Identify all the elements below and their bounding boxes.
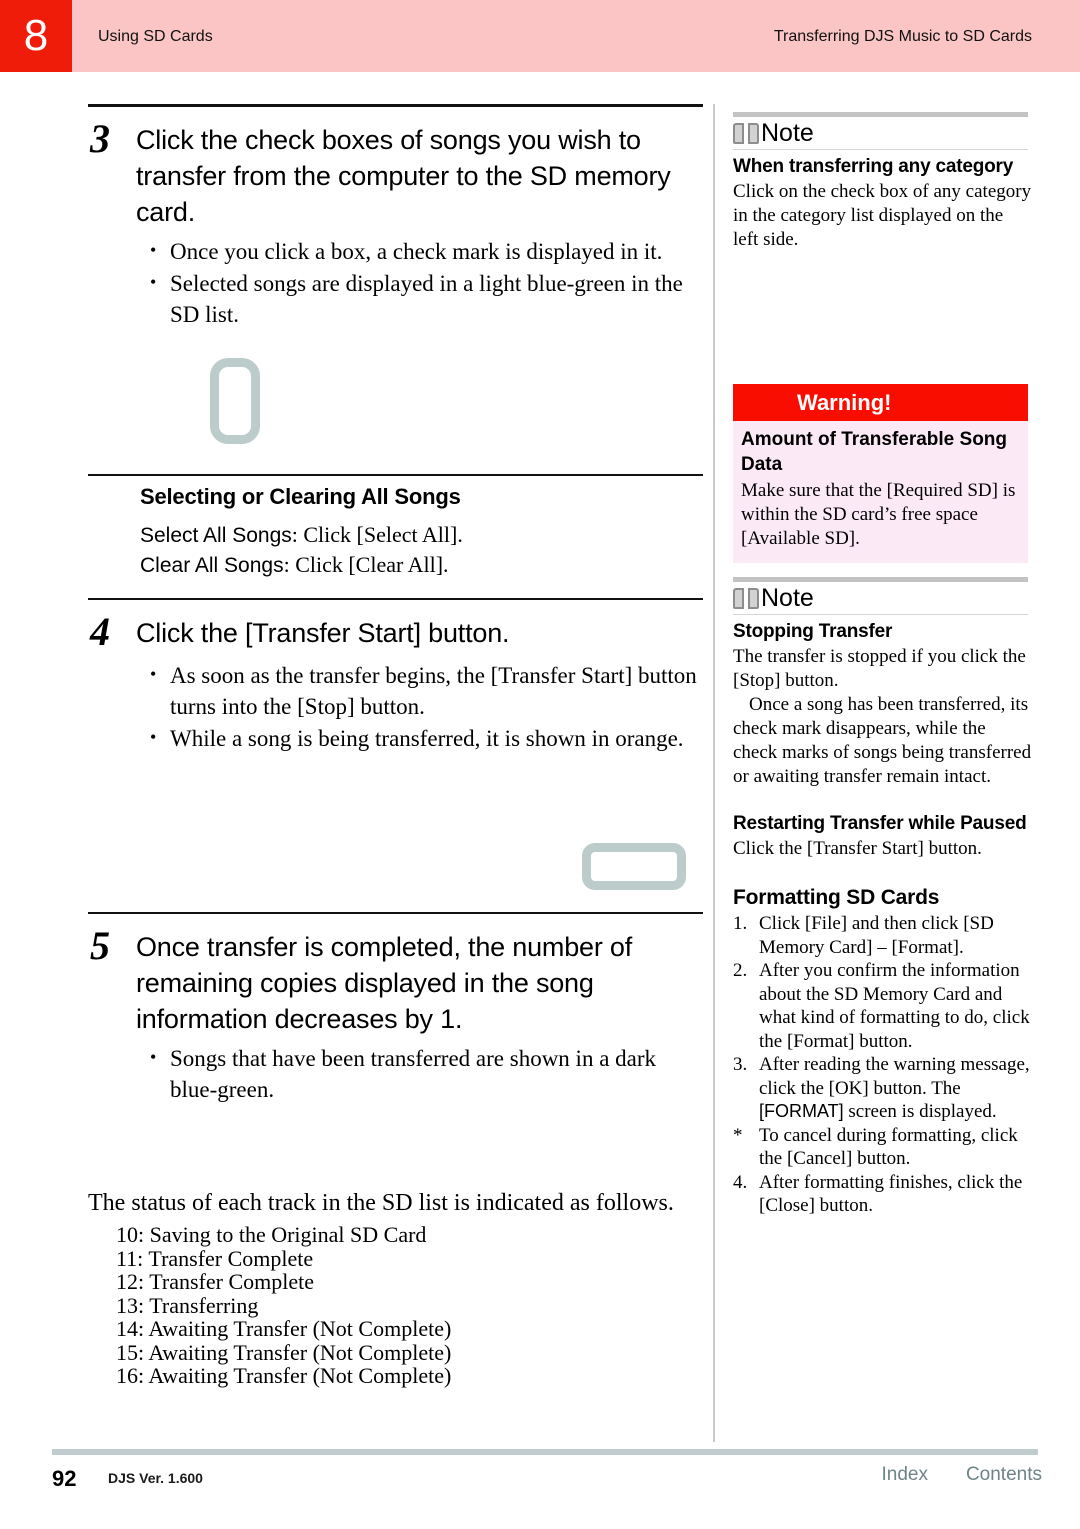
note-box-stopping-transfer: Note Stopping Transfer The transfer is s…	[733, 577, 1033, 1218]
list-text: After you confirm the information about …	[759, 960, 1030, 1052]
warning-heading: Amount of Transferable Song Data	[741, 429, 1008, 475]
version-label: DJS Ver. 1.600	[108, 1470, 203, 1486]
formatting-sd-cards-heading: Formatting SD Cards	[733, 886, 940, 909]
note-separator	[733, 149, 1028, 150]
list-text: After reading the warning message, click…	[759, 1054, 1030, 1099]
note1-heading: When transferring any category	[733, 156, 1014, 177]
step-4-bullets: As soon as the transfer begins, the [Tra…	[88, 659, 703, 754]
step-5-title: Once transfer is completed, the number o…	[136, 932, 633, 1034]
list-marker: 1.	[733, 913, 748, 934]
list-item: 10: Saving to the Original SD Card	[116, 1222, 427, 1247]
note-top-bar	[733, 112, 1028, 117]
selecting-section-rule	[88, 474, 703, 476]
list-item: While a song is being transferred, it is…	[148, 722, 703, 754]
list-item: Once you click a box, a check mark is di…	[148, 235, 703, 267]
screenshot-placeholder-vertical	[210, 358, 260, 444]
track-status-intro: The status of each track in the SD list …	[88, 1190, 674, 1216]
open-book-icon	[733, 587, 759, 609]
format-screen-token: [FORMAT]	[759, 1101, 844, 1121]
step3-top-rule	[88, 104, 703, 107]
list-item: 4. After formatting finishes, click the […	[733, 1171, 1033, 1218]
header-section-title: Using SD Cards	[98, 28, 213, 45]
contents-link[interactable]: Contents	[966, 1463, 1042, 1487]
list-item: As soon as the transfer begins, the [Tra…	[148, 659, 703, 722]
step-5: 5 Once transfer is completed, the number…	[88, 924, 703, 1037]
note-separator	[733, 614, 1028, 615]
footer-rule	[52, 1449, 1038, 1455]
list-item: 13: Transferring	[116, 1292, 259, 1318]
warning-body-panel: Amount of Transferable Song Data Make su…	[733, 421, 1028, 563]
track-status-list: 10: Saving to the Original SD Card 11: T…	[88, 1223, 703, 1388]
list-item: 11: Transfer Complete	[116, 1245, 314, 1271]
select-all-label: Select All Songs	[140, 524, 292, 547]
list-item: 15: Awaiting Transfer (Not Complete)	[116, 1339, 452, 1365]
list-text: After formatting finishes, click the [Cl…	[759, 1171, 1023, 1217]
header-topic-title: Transferring DJS Music to SD Cards	[773, 28, 1032, 45]
step-3: 3 Click the check boxes of songs you wis…	[88, 117, 703, 230]
formatting-steps-list: 1. Click [File] and then click [SD Memory…	[733, 912, 1033, 1218]
right-sidebar-column: Note When transferring any category Clic…	[733, 112, 1033, 1218]
list-item: 14: Awaiting Transfer (Not Complete)	[116, 1316, 452, 1341]
select-all-text: : Click [Select All].	[291, 522, 463, 547]
list-item: 16: Awaiting Transfer (Not Complete)	[116, 1363, 452, 1388]
index-link-label: Index	[881, 1464, 928, 1485]
index-link[interactable]: Index	[881, 1463, 927, 1487]
step-3-number: 3	[90, 116, 110, 161]
selecting-section-heading: Selecting or Clearing All Songs	[140, 484, 461, 509]
stopping-transfer-para-2: Once a song has been transferred, its ch…	[733, 694, 1032, 787]
list-marker: 4.	[733, 1171, 748, 1193]
left-content-column: 3 Click the check boxes of songs you wis…	[88, 104, 703, 1388]
chapter-number-badge: 8	[0, 0, 72, 72]
step-5-bullets: Songs that have been transferred are sho…	[88, 1042, 703, 1105]
list-text: Click [File] and then click [SD Memory C…	[759, 913, 994, 958]
list-marker: 2.	[733, 960, 748, 981]
list-item: 1. Click [File] and then click [SD Memory…	[733, 912, 1033, 959]
list-marker: *	[733, 1124, 743, 1146]
restarting-transfer-heading: Restarting Transfer while Paused	[733, 813, 1027, 834]
step-4-number: 4	[90, 609, 110, 654]
warning-body-text: Make sure that the [Required SD] is with…	[741, 480, 1016, 549]
step-3-bullets: Once you click a box, a check mark is di…	[88, 235, 703, 330]
note-top-bar	[733, 577, 1028, 582]
contents-link-label: Contents	[965, 1464, 1042, 1485]
track-status-section: The status of each track in the SD list …	[88, 1188, 703, 1388]
note-header: Note	[733, 118, 1033, 148]
list-item: Selected songs are displayed in a light …	[148, 267, 703, 330]
page-header: 8 Using SD Cards Transferring DJS Music …	[0, 0, 1080, 72]
note-box-transferring-category: Note When transferring any category Clic…	[733, 112, 1033, 252]
clear-all-line: Clear All Songs: Click [Clear All].	[140, 550, 703, 580]
stopping-transfer-para-1: The transfer is stopped if you click the…	[733, 646, 1026, 691]
note-header: Note	[733, 583, 1033, 613]
column-divider	[713, 104, 715, 1442]
clear-all-text: : Click [Clear All].	[283, 552, 449, 577]
select-all-line: Select All Songs: Click [Select All].	[140, 520, 703, 550]
list-text-post: screen is displayed.	[843, 1101, 997, 1122]
screenshot-placeholder-horizontal	[582, 843, 686, 890]
list-item: 3. After reading the warning message, cli…	[733, 1053, 1033, 1124]
list-item: Songs that have been transferred are sho…	[148, 1042, 703, 1105]
list-item: 12: Transfer Complete	[116, 1269, 314, 1294]
step4-top-rule	[88, 598, 703, 600]
stopping-transfer-heading: Stopping Transfer	[733, 621, 893, 642]
note-label: Note	[761, 584, 814, 612]
footer-links: Index Contents	[881, 1463, 1042, 1487]
clear-all-label: Clear All Songs	[140, 554, 284, 577]
step-3-title: Click the check boxes of songs you wish …	[136, 125, 671, 227]
list-text: To cancel during formatting, click the […	[759, 1124, 1018, 1170]
step-4-title: Click the [Transfer Start] button.	[136, 618, 510, 648]
step-4: 4 Click the [Transfer Start] button.	[88, 610, 703, 654]
warning-title: Warning!	[733, 384, 1028, 421]
open-book-icon	[733, 122, 759, 144]
list-item: * To cancel during formatting, click the …	[733, 1124, 1033, 1171]
note1-body: Click on the check box of any category i…	[733, 181, 1032, 250]
restarting-transfer-body: Click the [Transfer Start] button.	[733, 838, 982, 859]
note-label: Note	[761, 119, 814, 147]
page-number: 92	[52, 1466, 77, 1491]
list-marker: 3.	[733, 1054, 748, 1075]
list-item: 2. After you confirm the information abou…	[733, 959, 1033, 1053]
warning-box: Warning! Amount of Transferable Song Dat…	[733, 384, 1033, 563]
step5-top-rule	[88, 912, 703, 914]
step-5-number: 5	[90, 923, 110, 968]
